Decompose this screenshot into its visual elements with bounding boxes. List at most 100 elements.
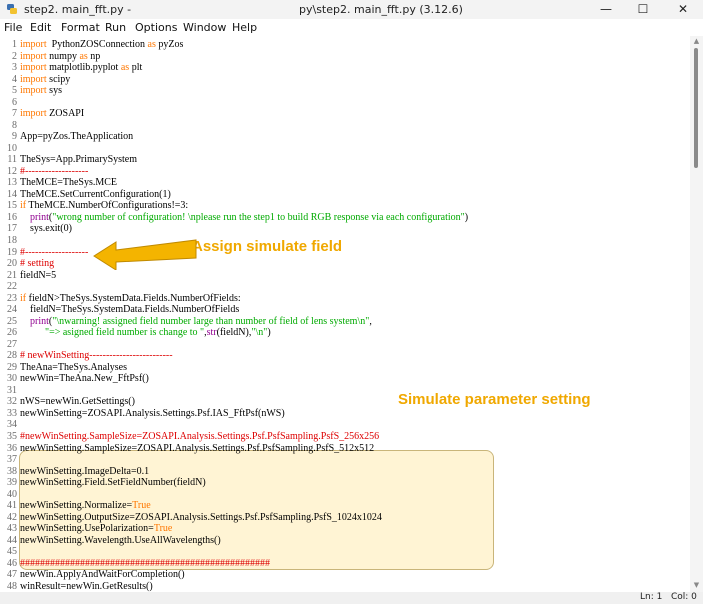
menu-window[interactable]: Window <box>183 21 226 34</box>
code-token: import <box>20 85 47 97</box>
code-token: newWinSetting.Wavelength.UseAllWavelengt… <box>20 534 221 546</box>
line-number: 11 <box>7 154 17 166</box>
code-line[interactable]: ########################################… <box>20 558 270 569</box>
code-line[interactable]: # newWinSetting------------------------- <box>20 350 173 361</box>
code-line[interactable]: newWinSetting.ImageDelta=0.1 <box>20 466 149 477</box>
code-line[interactable]: # setting <box>20 258 54 269</box>
code-line[interactable]: TheMCE=TheSys.MCE <box>20 177 117 188</box>
code-token: pyZos <box>155 39 184 50</box>
code-token: newWinSetting.Field.SetFieldNumber(field… <box>20 477 206 489</box>
line-number: 23 <box>7 292 17 304</box>
close-button[interactable]: ✕ <box>671 1 695 17</box>
menu-options[interactable]: Options <box>135 21 177 34</box>
code-line[interactable]: sys.exit(0) <box>20 223 72 234</box>
code-line[interactable]: #------------------- <box>20 166 88 177</box>
code-line[interactable]: TheSys=App.PrimarySystem <box>20 154 137 165</box>
code-line[interactable]: print("wrong number of configuration! \n… <box>20 212 468 223</box>
line-number: 38 <box>7 465 17 477</box>
code-token: print <box>30 315 49 327</box>
code-line[interactable]: if TheMCE.NumberOfConfigurations!=3: <box>20 200 188 211</box>
code-token: fieldN=5 <box>20 269 57 281</box>
line-number-gutter: 1 2 3 4 5 6 7 8 9 10 11 12 13 14 15 16 17 18 19 20 21 22 23 24 2… <box>0 36 19 592</box>
status-line: Ln: 1 <box>640 592 663 602</box>
code-line[interactable]: TheAna=TheSys.Analyses <box>20 362 127 373</box>
line-number: 35 <box>7 431 17 443</box>
line-number: 21 <box>7 269 17 281</box>
code-line[interactable]: import sys <box>20 85 62 96</box>
line-number: 31 <box>7 384 17 396</box>
code-line[interactable]: newWinSetting.UsePolarization=True <box>20 523 172 534</box>
line-number: 12 <box>7 165 17 177</box>
code-token: newWin=TheAna.New_FftPsf() <box>20 373 149 385</box>
code-line[interactable]: #newWinSetting.SampleSize=ZOSAPI.Analysi… <box>20 431 379 442</box>
line-number: 24 <box>7 304 17 316</box>
code-token: "\n" <box>251 327 268 339</box>
code-token: sys.exit(0) <box>20 223 72 235</box>
code-line[interactable]: nWS=newWin.GetSettings() <box>20 396 135 407</box>
code-line[interactable]: newWin=TheAna.New_FftPsf() <box>20 373 149 384</box>
code-token: TheSys=App.PrimarySystem <box>20 154 138 166</box>
menu-help[interactable]: Help <box>232 21 257 34</box>
line-number: 36 <box>7 442 17 454</box>
code-line[interactable]: winResult=newWin.GetResults() <box>20 581 153 592</box>
line-number: 16 <box>7 211 17 223</box>
code-line[interactable]: print("\nwarning! assigned field number … <box>20 316 372 327</box>
code-token: "wrong number of configuration! \nplease… <box>52 211 465 223</box>
code-line[interactable]: "=> asigned field number is change to ",… <box>20 327 271 338</box>
code-area[interactable]: import PythonZOSConnection as pyZos impor… <box>20 36 690 592</box>
code-token: ########################################… <box>20 557 270 569</box>
code-line[interactable]: fieldN=TheSys.SystemData.Fields.NumberOf… <box>20 304 239 315</box>
code-line[interactable]: newWinSetting=ZOSAPI.Analysis.Settings.P… <box>20 408 285 419</box>
line-number: 8 <box>12 119 17 131</box>
code-line[interactable]: fieldN=5 <box>20 270 56 281</box>
menu-run[interactable]: Run <box>105 21 126 34</box>
line-number: 13 <box>7 177 17 189</box>
code-line[interactable]: #------------------- <box>20 247 88 258</box>
code-token: nWS=newWin.GetSettings() <box>20 396 135 408</box>
code-editor[interactable]: 1 2 3 4 5 6 7 8 9 10 11 12 13 14 15 16 17 18 19 20 21 22 23 24 2… <box>0 36 690 592</box>
line-number: 3 <box>12 62 17 74</box>
line-number: 46 <box>7 557 17 569</box>
line-number: 9 <box>12 131 17 143</box>
minimize-button[interactable]: — <box>594 1 618 17</box>
line-number: 44 <box>7 534 17 546</box>
code-line[interactable]: newWinSetting.Field.SetFieldNumber(field… <box>20 477 206 488</box>
code-line[interactable]: import PythonZOSConnection as pyZos <box>20 39 183 50</box>
code-line[interactable]: TheMCE.SetCurrentConfiguration(1) <box>20 189 171 200</box>
line-number: 40 <box>7 488 17 500</box>
line-number: 42 <box>7 511 17 523</box>
code-token: newWinSetting.ImageDelta=0.1 <box>20 465 150 477</box>
maximize-button[interactable]: ☐ <box>631 1 655 17</box>
python-idle-icon <box>7 4 17 14</box>
menu-format[interactable]: Format <box>61 21 100 34</box>
code-line[interactable]: newWin.ApplyAndWaitForCompletion() <box>20 569 185 580</box>
line-number: 19 <box>7 246 17 258</box>
code-line[interactable]: newWinSetting.OutputSize=ZOSAPI.Analysis… <box>20 512 382 523</box>
scroll-up-icon[interactable]: ▲ <box>692 37 701 46</box>
menu-edit[interactable]: Edit <box>30 21 51 34</box>
annotation-arrow-icon <box>93 239 197 270</box>
scroll-down-icon[interactable]: ▼ <box>692 581 701 590</box>
code-line[interactable]: if fieldN>TheSys.SystemData.Fields.Numbe… <box>20 293 241 304</box>
title-bar: step2. main_fft.py - py\step2. main_fft.… <box>0 0 703 19</box>
code-token: True <box>132 500 151 512</box>
line-number: 39 <box>7 477 17 489</box>
line-number: 6 <box>12 96 17 108</box>
code-line[interactable]: import numpy as np <box>20 51 100 62</box>
line-number: 4 <box>12 73 17 85</box>
code-line[interactable]: import ZOSAPI <box>20 108 84 119</box>
scroll-thumb[interactable] <box>694 48 698 168</box>
menu-file[interactable]: File <box>4 21 22 34</box>
line-number: 32 <box>7 396 17 408</box>
line-number: 27 <box>7 338 17 350</box>
code-line[interactable]: newWinSetting.SampleSize=ZOSAPI.Analysis… <box>20 443 374 454</box>
vertical-scrollbar[interactable]: ▲ ▼ <box>690 36 703 592</box>
code-line[interactable]: import scipy <box>20 74 70 85</box>
code-line[interactable]: import matplotlib.pyplot as plt <box>20 62 142 73</box>
code-token: , <box>369 315 372 327</box>
code-line[interactable]: App=pyZos.TheApplication <box>20 131 133 142</box>
code-line[interactable]: newWinSetting.Normalize=True <box>20 500 151 511</box>
code-line[interactable]: newWinSetting.Wavelength.UseAllWavelengt… <box>20 535 221 546</box>
line-number: 45 <box>7 546 17 558</box>
